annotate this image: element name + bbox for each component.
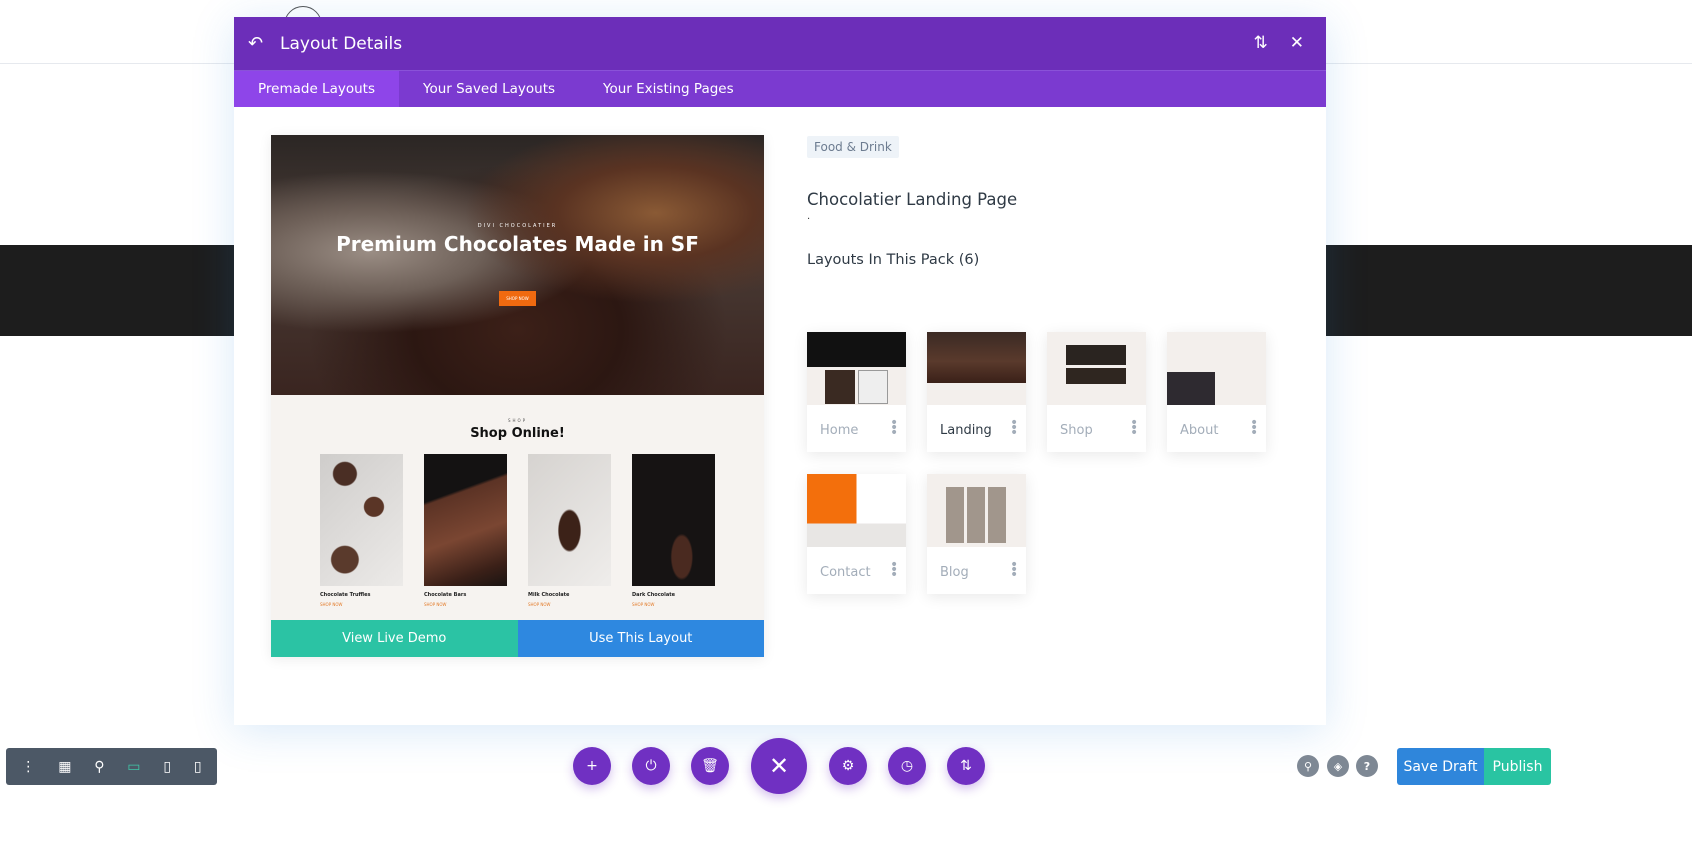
layout-card-label: Home (820, 423, 859, 438)
product-card: Chocolate Truffles SHOP NOW (320, 454, 403, 607)
preview-hero: DIVI CHOCOLATIER Premium Chocolates Made… (271, 135, 764, 395)
product-card: Milk Chocolate SHOP NOW (528, 454, 611, 607)
layout-preview: DIVI CHOCOLATIER Premium Chocolates Made… (271, 135, 764, 657)
product-link: SHOP NOW (320, 602, 343, 607)
layout-card-landing[interactable]: Landing • • • (927, 332, 1026, 452)
preview-shop-section: SHOP Shop Online! Chocolate Truffles SHO… (271, 395, 764, 620)
search-icon: ⚲ (1303, 759, 1313, 773)
modal-tabs: Premade Layouts Your Saved Layouts Your … (234, 70, 1326, 107)
publish-button[interactable]: Publish (1484, 748, 1551, 785)
layout-title: Chocolatier Landing Page (807, 190, 1018, 209)
help-icon: ? (1363, 759, 1371, 773)
shop-title: Shop Online! (470, 426, 565, 441)
view-mode-toolbar: ⋮ ▦ ⚲ ▭ ▯ ▯ (6, 748, 217, 785)
sort-arrows-icon: ⇅ (960, 758, 972, 774)
layout-card-about[interactable]: About • • • (1167, 332, 1266, 452)
layout-card-label: Landing (940, 423, 992, 438)
portability-button[interactable]: ⏻ (632, 747, 670, 785)
zoom-icon[interactable]: ⚲ (94, 759, 104, 775)
phone-view-icon[interactable]: ▯ (194, 759, 202, 775)
product-link: SHOP NOW (424, 602, 447, 607)
more-options-icon[interactable]: • • • (1010, 558, 1018, 582)
layout-info: Food & Drink Chocolatier Landing Page . … (807, 136, 1017, 268)
hero-headline: Premium Chocolates Made in SF (336, 232, 699, 256)
add-button[interactable]: + (573, 747, 611, 785)
save-draft-button[interactable]: Save Draft (1397, 748, 1484, 785)
pack-heading: Layouts In This Pack (6) (807, 252, 980, 268)
more-options-icon[interactable]: • • • (1130, 416, 1138, 440)
product-name: Dark Chocolate (632, 592, 675, 598)
more-options-icon[interactable]: • • • (1250, 416, 1258, 440)
shop-kicker: SHOP (507, 418, 528, 423)
desktop-view-icon[interactable]: ▭ (127, 759, 140, 775)
hero-shop-button: SHOP NOW (499, 291, 536, 306)
more-options-icon[interactable]: • • • (1010, 416, 1018, 440)
layout-card-label: About (1180, 423, 1219, 438)
view-live-demo-button[interactable]: View Live Demo (271, 620, 518, 657)
help-button[interactable]: ? (1356, 755, 1378, 777)
product-name: Milk Chocolate (528, 592, 570, 598)
product-name: Chocolate Truffles (320, 592, 371, 598)
tablet-view-icon[interactable]: ▯ (163, 759, 171, 775)
layout-card-label: Shop (1060, 423, 1093, 438)
product-card: Dark Chocolate SHOP NOW (632, 454, 715, 607)
close-icon[interactable]: ✕ (1290, 33, 1304, 53)
clock-icon: ◷ (900, 758, 914, 774)
layout-card-contact[interactable]: Contact • • • (807, 474, 906, 594)
trash-icon: 🗑 (701, 758, 719, 774)
layout-card-shop[interactable]: Shop • • • (1047, 332, 1146, 452)
product-link: SHOP NOW (528, 602, 551, 607)
modal-header: ↶ Layout Details ⇅ ✕ (234, 17, 1326, 70)
modal-title: Layout Details (280, 33, 403, 54)
history-button[interactable]: ◷ (888, 747, 926, 785)
layout-card-label: Contact (820, 565, 871, 580)
sort-button[interactable]: ⇅ (947, 747, 985, 785)
more-options-icon[interactable]: • • • (890, 416, 898, 440)
page-settings-button[interactable]: ⚙ (829, 747, 867, 785)
layers-icon: ◈ (1333, 759, 1343, 773)
tab-saved-layouts[interactable]: Your Saved Layouts (399, 71, 579, 107)
close-icon: ✕ (768, 752, 790, 780)
product-name: Chocolate Bars (424, 592, 467, 598)
gear-icon: ⚙ (841, 758, 855, 774)
layers-button[interactable]: ◈ (1327, 755, 1349, 777)
tab-premade-layouts[interactable]: Premade Layouts (234, 71, 399, 107)
more-options-icon[interactable]: • • • (890, 558, 898, 582)
product-link: SHOP NOW (632, 602, 655, 607)
plus-icon: + (586, 758, 598, 774)
layout-details-modal: ↶ Layout Details ⇅ ✕ Premade Layouts You… (234, 17, 1326, 725)
back-arrow-icon[interactable]: ↶ (248, 33, 268, 54)
layout-card-label: Blog (940, 565, 969, 580)
sort-arrows-icon[interactable]: ⇅ (1254, 33, 1268, 53)
close-settings-button[interactable]: ✕ (751, 738, 807, 794)
layout-card-blog[interactable]: Blog • • • (927, 474, 1026, 594)
wireframe-view-icon[interactable]: ▦ (58, 759, 71, 775)
more-dots-icon[interactable]: ⋮ (21, 759, 35, 775)
product-card: Chocolate Bars SHOP NOW (424, 454, 507, 607)
clear-layout-button[interactable]: 🗑 (691, 747, 729, 785)
category-badge[interactable]: Food & Drink (807, 136, 899, 158)
power-icon: ⏻ (645, 758, 657, 774)
layout-card-home[interactable]: Home • • • (807, 332, 906, 452)
search-button[interactable]: ⚲ (1297, 755, 1319, 777)
hero-kicker: DIVI CHOCOLATIER (477, 223, 558, 229)
use-this-layout-button[interactable]: Use This Layout (517, 620, 764, 657)
layout-description: . (807, 211, 811, 222)
tab-existing-pages[interactable]: Your Existing Pages (579, 71, 758, 107)
